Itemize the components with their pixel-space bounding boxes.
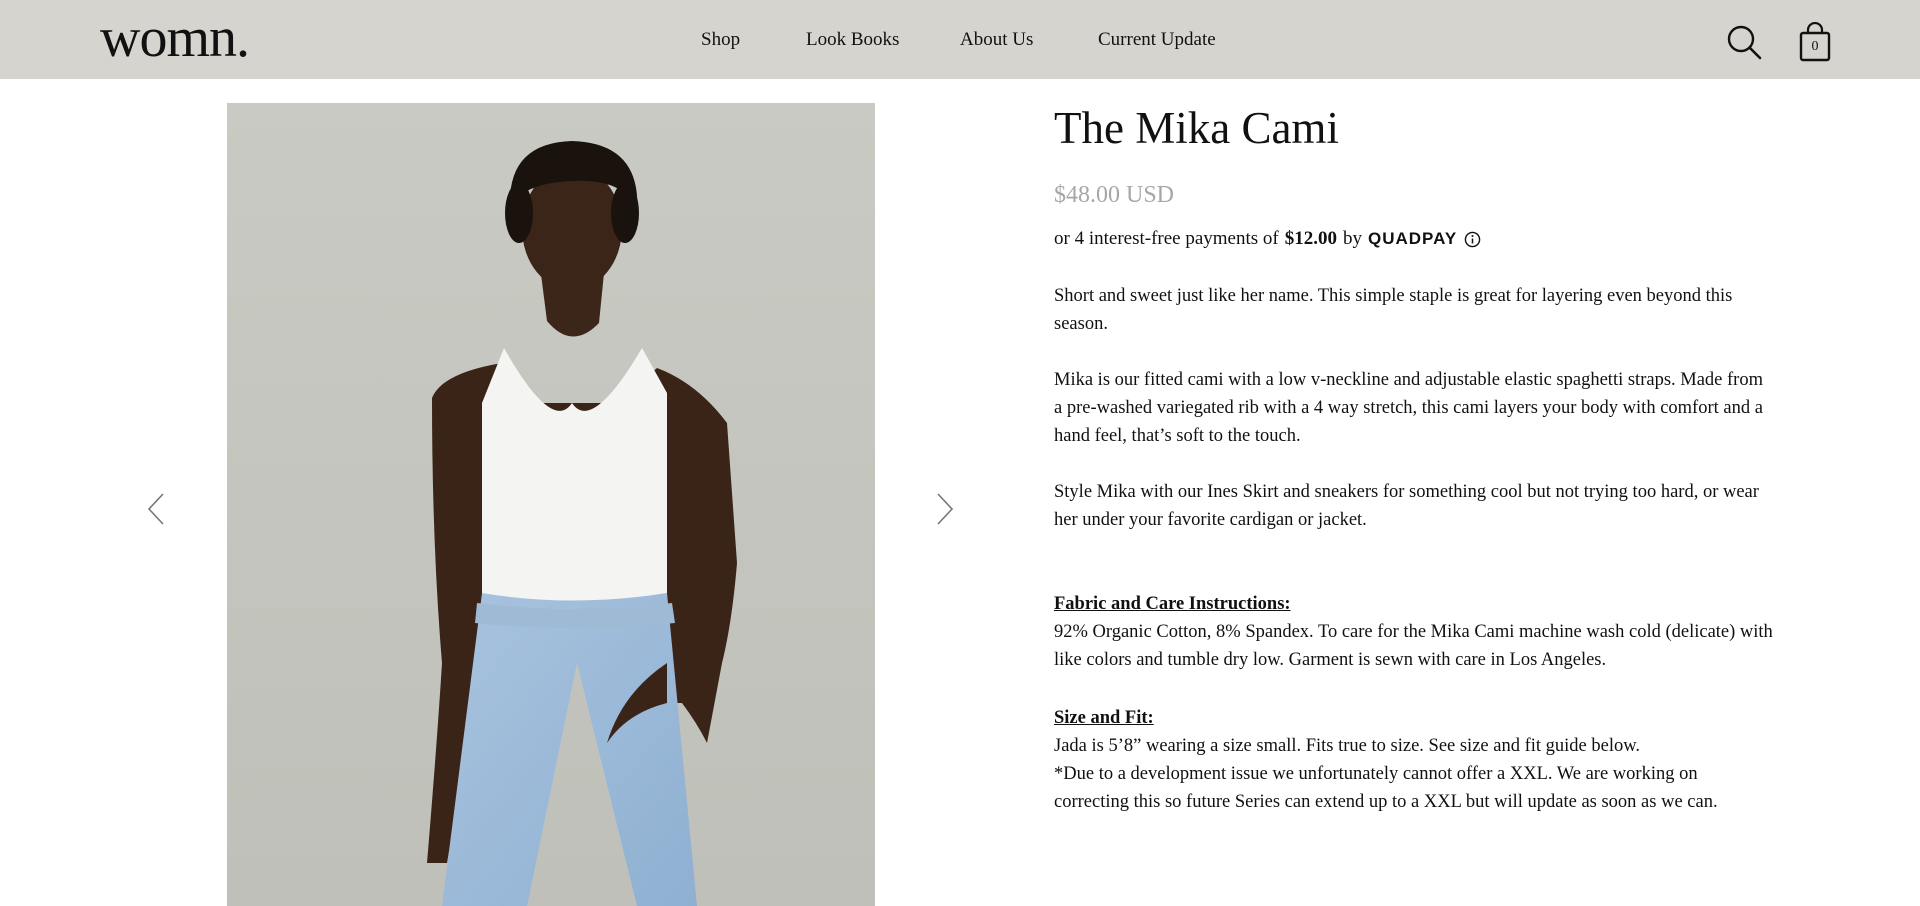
quadpay-logo: QUADPAY — [1368, 229, 1458, 248]
product-image[interactable] — [227, 103, 875, 906]
chevron-left-icon — [147, 493, 164, 525]
description-paragraph-3: Style Mika with our Ines Skirt and sneak… — [1054, 482, 1759, 530]
cart-button[interactable]: 0 — [1798, 21, 1832, 62]
size-fit-heading: Size and Fit: — [1054, 708, 1154, 728]
nav-item-current-update[interactable]: Current Update — [1098, 28, 1216, 52]
nav-item-look-books[interactable]: Look Books — [806, 28, 899, 52]
nav-item-shop[interactable]: Shop — [701, 28, 740, 52]
description-paragraph-1: Short and sweet just like her name. This… — [1054, 286, 1733, 334]
chevron-right-icon — [937, 493, 954, 525]
installment-offer: or 4 interest-free payments of $12.00 by… — [1054, 228, 1481, 250]
product-title: The Mika Cami — [1054, 103, 1339, 153]
product-price: $48.00 USD — [1054, 182, 1175, 208]
description-paragraph-2: Mika is our fitted cami with a low v-nec… — [1054, 370, 1763, 446]
size-fit-note: *Due to a development issue we unfortuna… — [1054, 764, 1718, 812]
site-header: womn. Shop Look Books About Us Current U… — [0, 0, 1920, 79]
gallery-prev-button[interactable] — [146, 492, 166, 526]
product-info: The Mika Cami $48.00 USD or 4 interest-f… — [1054, 100, 1774, 812]
gallery-next-button[interactable] — [935, 492, 955, 526]
size-fit-text: Jada is 5’8” wearing a size small. Fits … — [1054, 736, 1641, 756]
nav-item-about-us[interactable]: About Us — [960, 28, 1033, 52]
cart-count-badge: 0 — [1811, 39, 1819, 54]
fabric-care-heading: Fabric and Care Instructions: — [1054, 594, 1291, 614]
model-photo — [227, 103, 875, 906]
brand-logo[interactable]: womn. — [100, 2, 250, 74]
search-button[interactable] — [1726, 24, 1762, 60]
installment-prefix: or 4 interest-free payments of — [1054, 228, 1279, 249]
installment-by: by — [1343, 228, 1362, 249]
search-icon — [1727, 25, 1762, 60]
installment-amount: $12.00 — [1284, 228, 1337, 249]
fabric-care-text: 92% Organic Cotton, 8% Spandex. To care … — [1054, 622, 1773, 670]
info-icon[interactable] — [1464, 231, 1481, 248]
